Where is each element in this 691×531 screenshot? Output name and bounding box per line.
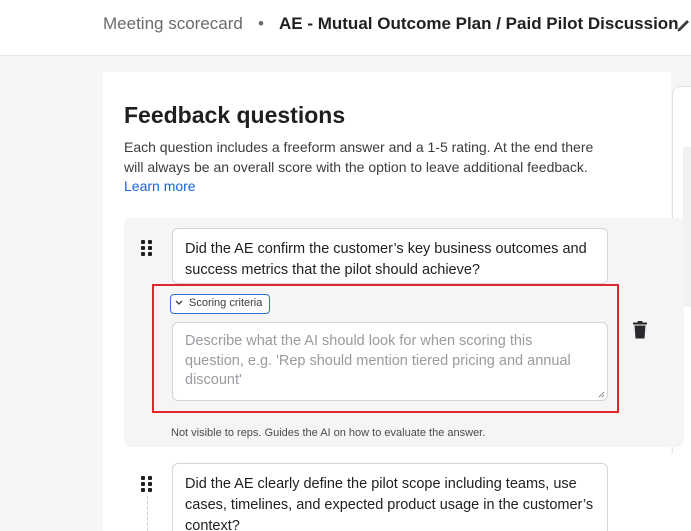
- scoring-criteria-placeholder: Describe what the AI should look for whe…: [185, 333, 571, 388]
- trash-icon[interactable]: [633, 321, 647, 339]
- question-input-2[interactable]: Did the AE clearly define the pilot scop…: [172, 463, 608, 531]
- drag-guide-line: [147, 496, 148, 531]
- top-bar: Meeting scorecard • AE - Mutual Outcome …: [0, 0, 691, 56]
- resize-handle-icon[interactable]: [598, 391, 605, 398]
- chevron-down-icon: [175, 300, 183, 305]
- drag-handle-icon[interactable]: [141, 476, 153, 492]
- scoring-criteria-label: Scoring criteria: [189, 297, 263, 309]
- learn-more-link[interactable]: Learn more: [124, 178, 196, 194]
- section-description: Each question includes a freeform answer…: [124, 138, 604, 197]
- criteria-helper-text: Not visible to reps. Guides the AI on ho…: [171, 427, 486, 439]
- section-title: Feedback questions: [124, 102, 346, 128]
- page-title: AE - Mutual Outcome Plan / Paid Pilot Di…: [279, 14, 679, 33]
- scoring-criteria-toggle[interactable]: Scoring criteria: [170, 294, 270, 314]
- breadcrumb-separator: •: [258, 14, 264, 33]
- pencil-icon[interactable]: [676, 14, 691, 34]
- drag-handle-icon[interactable]: [141, 240, 153, 256]
- scoring-criteria-textarea[interactable]: Describe what the AI should look for whe…: [172, 322, 608, 401]
- section-description-text: Each question includes a freeform answer…: [124, 139, 594, 175]
- breadcrumb-parent[interactable]: Meeting scorecard: [103, 14, 243, 34]
- question-input[interactable]: Did the AE confirm the customer’s key bu…: [172, 228, 608, 284]
